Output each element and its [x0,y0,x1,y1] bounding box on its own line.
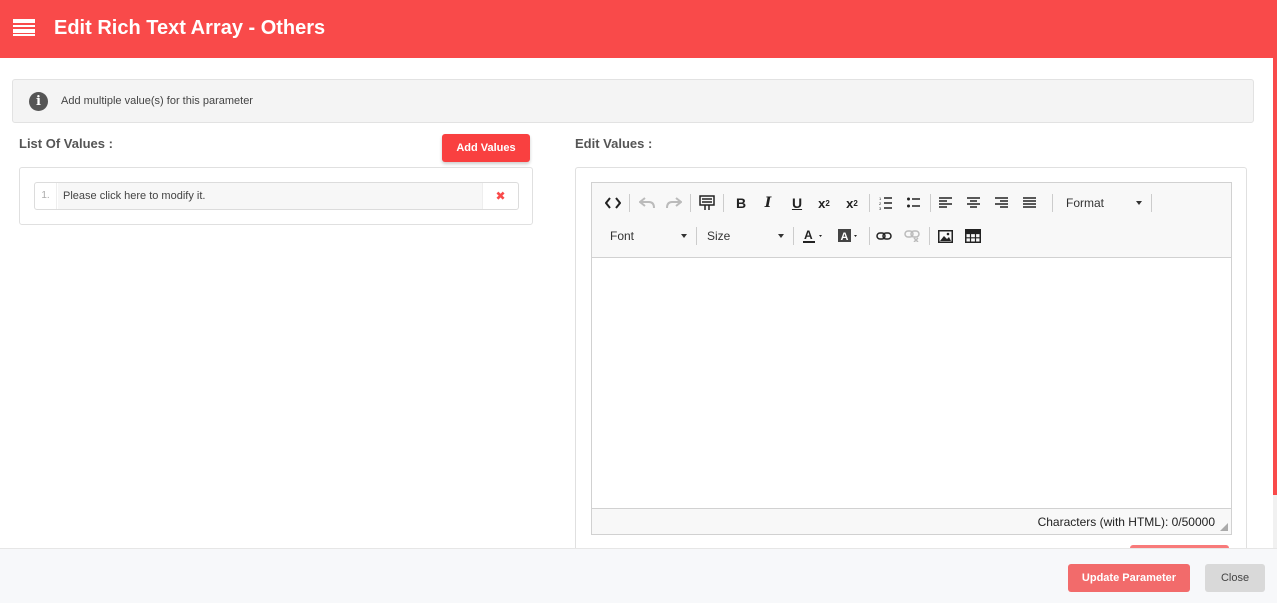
toolbar-separator [929,227,930,245]
values-list: 1. Please click here to modify it. ✖ [19,167,533,225]
edit-values-label: Edit Values : [575,136,653,151]
info-icon: i [29,92,48,111]
align-left-icon[interactable] [935,192,957,214]
font-dropdown[interactable]: Font [610,225,687,247]
svg-text:3: 3 [879,206,882,210]
link-icon[interactable] [873,225,895,247]
chevron-down-icon [681,234,687,238]
rich-text-editor: B I U x2 x2 123 Format Font Size A A Cha… [591,182,1232,535]
chevron-down-icon [1136,201,1142,205]
ordered-list-icon[interactable]: 123 [875,192,897,214]
redo-icon[interactable] [663,192,685,214]
editor-status-bar: Characters (with HTML): 0/50000 [592,508,1231,534]
editor-toolbar: B I U x2 x2 123 Format Font Size A A [592,183,1231,258]
bullet-list-icon[interactable] [903,192,925,214]
page-title: Edit Rich Text Array - Others [54,17,326,39]
subscript-icon[interactable]: x2 [813,192,835,214]
format-dropdown-label: Format [1066,196,1105,210]
close-button[interactable]: Close [1205,564,1265,592]
list-of-values-label: List Of Values : [19,136,113,151]
menu-icon [13,19,35,36]
resize-handle-icon[interactable] [1220,523,1228,531]
remove-item-icon[interactable]: ✖ [482,183,518,209]
toolbar-separator [690,194,691,212]
toolbar-separator [869,227,870,245]
toolbar-separator [696,227,697,245]
modal-footer: Update Parameter Close [0,548,1277,603]
align-center-icon[interactable] [963,192,985,214]
toolbar-separator [723,194,724,212]
table-icon[interactable] [962,225,984,247]
size-dropdown[interactable]: Size [707,225,784,247]
source-code-icon[interactable] [602,192,624,214]
editor-content-area[interactable] [592,259,1231,507]
text-color-icon[interactable]: A [800,225,828,247]
background-color-icon[interactable]: A [835,225,863,247]
svg-text:A: A [841,231,849,243]
list-item-number: 1. [35,183,57,209]
toolbar-separator [1052,194,1053,212]
format-dropdown[interactable]: Format [1066,192,1142,214]
update-parameter-button[interactable]: Update Parameter [1068,564,1190,592]
image-icon[interactable] [934,225,956,247]
font-dropdown-label: Font [610,229,635,243]
undo-icon[interactable] [636,192,658,214]
paste-text-icon[interactable] [696,192,718,214]
toolbar-separator [629,194,630,212]
info-bar: i Add multiple value(s) for this paramet… [12,79,1254,123]
underline-icon[interactable]: U [786,192,808,214]
align-justify-icon[interactable] [1019,192,1041,214]
modal-header: Edit Rich Text Array - Others [0,0,1277,58]
svg-text:A: A [804,228,813,242]
superscript-icon[interactable]: x2 [841,192,863,214]
toolbar-separator [1151,194,1152,212]
scrollbar-thumb[interactable] [1273,58,1277,495]
info-text: Add multiple value(s) for this parameter [61,95,253,107]
chevron-down-icon [778,234,784,238]
size-dropdown-label: Size [707,229,731,243]
toolbar-separator [869,194,870,212]
list-item[interactable]: 1. Please click here to modify it. ✖ [34,182,519,210]
align-right-icon[interactable] [991,192,1013,214]
italic-icon[interactable]: I [757,192,779,214]
list-item-text[interactable]: Please click here to modify it. [58,183,482,209]
toolbar-separator [930,194,931,212]
add-values-button[interactable]: Add Values [442,134,530,162]
unlink-icon[interactable] [901,225,923,247]
toolbar-separator [793,227,794,245]
character-count: Characters (with HTML): 0/50000 [1037,515,1215,529]
bold-icon[interactable]: B [730,192,752,214]
